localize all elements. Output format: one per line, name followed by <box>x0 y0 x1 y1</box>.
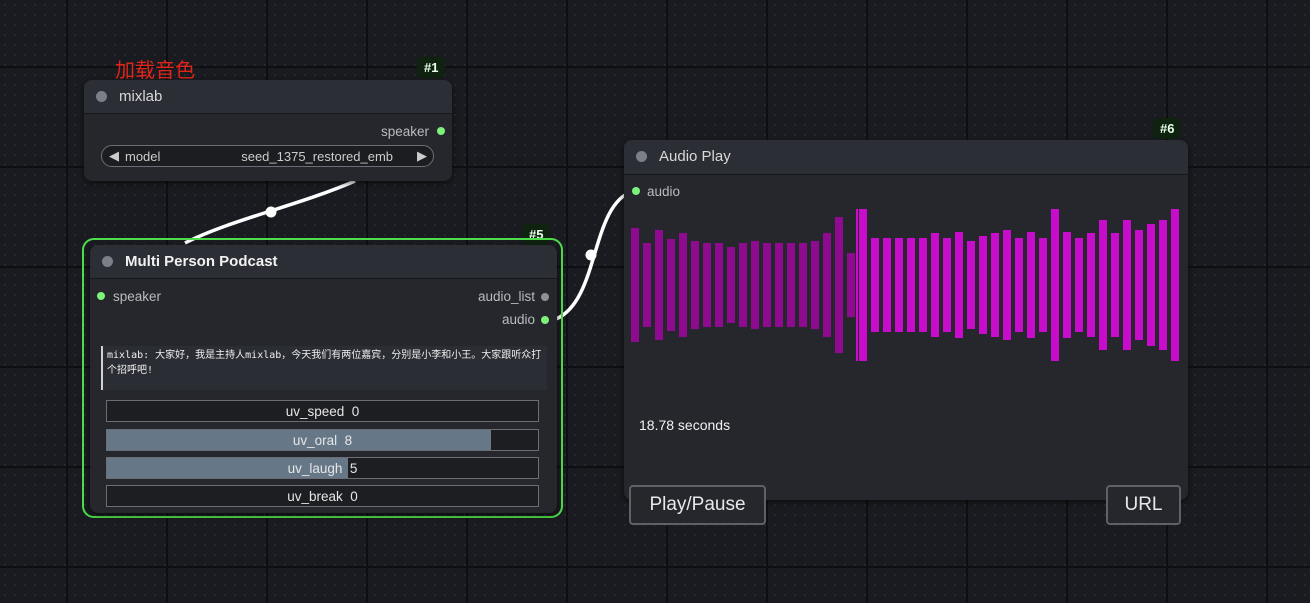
audio-input-label: audio <box>647 184 681 199</box>
waveform-bar <box>955 231 963 339</box>
waveform-bar <box>691 240 699 330</box>
waveform-bar <box>631 228 639 342</box>
uv-speed-slider[interactable]: uv_speed 0 <box>106 400 539 422</box>
waveform-bar <box>967 240 975 330</box>
uv-break-slider[interactable]: uv_break 0 <box>106 485 539 507</box>
mixlab-node[interactable]: mixlab speaker ◀ model seed_1375_restore… <box>84 80 452 181</box>
waveform-bar <box>1087 233 1095 337</box>
waveform-bar <box>655 230 663 340</box>
waveform-bar <box>835 216 843 354</box>
collapse-dot-icon[interactable] <box>102 256 113 267</box>
speaker-input-slot[interactable] <box>97 292 105 300</box>
model-combo[interactable]: ◀ model seed_1375_restored_emb ▶ <box>101 145 434 167</box>
slider-label: uv_speed 0 <box>285 404 360 419</box>
url-button[interactable]: URL <box>1106 485 1181 525</box>
waveform-bar <box>1027 231 1035 339</box>
waveform-bar <box>775 243 783 327</box>
node-id-badge-6: #6 <box>1153 118 1182 139</box>
waveform-bar <box>859 209 867 361</box>
node-id-badge-1: #1 <box>417 57 446 78</box>
waveform-bar <box>1039 237 1047 333</box>
waveform-bar <box>1171 209 1179 361</box>
audio-input-slot[interactable] <box>632 187 640 195</box>
node-title-bar[interactable]: Multi Person Podcast <box>90 245 557 279</box>
waveform-bar <box>883 237 891 333</box>
link-midpoint-audio <box>585 249 597 261</box>
slider-label: uv_laugh 5 <box>287 461 358 476</box>
combo-right-arrow-icon[interactable]: ▶ <box>417 148 427 164</box>
text-input[interactable]: mixlab: 大家好，我是主持人mixlab，今天我们有两位嘉宾，分别是小李和… <box>101 346 547 390</box>
play-pause-button[interactable]: Play/Pause <box>629 485 766 525</box>
collapse-dot-icon[interactable] <box>96 91 107 102</box>
waveform-bar <box>1159 220 1167 350</box>
node-graph-canvas[interactable]: 加载音色 #1 mixlab speaker ◀ model seed_1375… <box>0 0 1310 603</box>
waveform-bar <box>751 240 759 330</box>
audio-duration: 18.78 seconds <box>639 417 731 433</box>
waveform-bar <box>1123 220 1131 350</box>
combo-left-arrow-icon[interactable]: ◀ <box>109 148 119 164</box>
waveform-bar <box>1051 209 1059 361</box>
audio-waveform[interactable] <box>629 209 1181 361</box>
waveform-bar <box>1147 224 1155 346</box>
waveform-bar <box>919 237 927 333</box>
waveform-bar <box>1003 230 1011 340</box>
speaker-output-label: speaker <box>380 124 429 139</box>
link-audio <box>555 189 634 321</box>
waveform-bar <box>715 243 723 327</box>
waveform-bar <box>787 243 795 327</box>
waveform-bar <box>667 239 675 331</box>
waveform-bar <box>679 233 687 337</box>
waveform-bar <box>1015 237 1023 333</box>
waveform-bar <box>823 233 831 337</box>
speaker-output-slot[interactable] <box>437 127 445 135</box>
waveform-bar <box>727 247 735 323</box>
combo-value: seed_1375_restored_emb <box>241 149 393 164</box>
uv-oral-slider[interactable]: uv_oral 8 <box>106 429 539 451</box>
audio-list-output-slot[interactable] <box>541 293 549 301</box>
waveform-bar <box>799 243 807 327</box>
multi-person-podcast-node[interactable]: Multi Person Podcast speaker audio_list … <box>90 245 557 513</box>
waveform-bar <box>871 237 879 333</box>
collapse-dot-icon[interactable] <box>636 151 647 162</box>
audio-play-node[interactable]: Audio Play audio 18.78 seconds <box>624 140 1188 500</box>
node-title: Multi Person Podcast <box>125 253 278 270</box>
node-title-bar[interactable]: mixlab <box>84 80 452 114</box>
waveform-bar <box>811 240 819 330</box>
node-title: mixlab <box>119 88 163 105</box>
waveform-bar <box>847 253 855 317</box>
uv-laugh-slider[interactable]: uv_laugh 5 <box>106 457 539 479</box>
waveform-bar <box>1063 231 1071 339</box>
waveform-bar <box>991 233 999 337</box>
waveform-bar <box>979 235 987 335</box>
node-title-bar[interactable]: Audio Play <box>624 140 1188 175</box>
waveform-bar <box>907 237 915 333</box>
waveform-bar <box>763 243 771 327</box>
speaker-input-label: speaker <box>113 289 162 304</box>
waveform-bar <box>1135 230 1143 340</box>
link-midpoint-speaker <box>265 206 277 218</box>
waveform-bar <box>703 243 711 327</box>
waveform-bar <box>643 243 651 327</box>
audio-output-label: audio <box>501 312 535 327</box>
waveform-bar <box>1099 220 1107 350</box>
audio-list-output-label: audio_list <box>477 289 535 304</box>
waveform-bar <box>931 233 939 337</box>
waveform-bar <box>895 237 903 333</box>
waveform-bar <box>739 243 747 327</box>
slider-label: uv_break 0 <box>287 489 358 504</box>
slider-label: uv_oral 8 <box>292 433 353 448</box>
waveform-bar <box>1111 233 1119 337</box>
node-title: Audio Play <box>659 148 731 165</box>
playhead-line <box>856 209 858 361</box>
combo-label: model <box>125 149 161 164</box>
group-label[interactable]: 加载音色 <box>115 54 195 83</box>
waveform-bar <box>1075 237 1083 333</box>
link-speaker <box>184 179 356 245</box>
waveform-bar <box>943 237 951 333</box>
audio-output-slot[interactable] <box>541 316 549 324</box>
